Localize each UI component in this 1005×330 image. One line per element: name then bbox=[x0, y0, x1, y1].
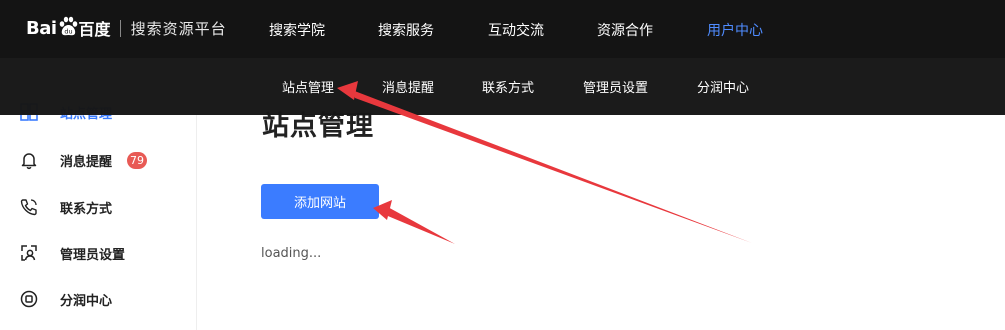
platform-subtitle: 搜索资源平台 bbox=[130, 19, 227, 38]
nav-user-center[interactable]: 用户中心 bbox=[707, 20, 763, 40]
sidebar-item-admin-settings[interactable]: 管理员设置 bbox=[0, 230, 196, 276]
baidu-logo[interactable]: Bai du 百度 搜索资源平台 bbox=[26, 13, 227, 43]
sidebar-item-label: 管理员设置 bbox=[60, 247, 126, 263]
subnav-contact[interactable]: 联系方式 bbox=[482, 77, 534, 96]
loading-text: loading... bbox=[261, 246, 322, 261]
logo-du-text: 百度 bbox=[78, 20, 111, 39]
subnav-site-management[interactable]: 站点管理 bbox=[282, 77, 334, 96]
nav-search-services[interactable]: 搜索服务 bbox=[378, 20, 434, 40]
nav-search-academy[interactable]: 搜索学院 bbox=[269, 20, 325, 40]
sidebar-item-revenue-share[interactable]: 分润中心 bbox=[0, 276, 196, 322]
bell-icon bbox=[19, 150, 39, 170]
logo-text: Bai bbox=[26, 17, 57, 39]
user-center-dropdown: 站点管理 消息提醒 联系方式 管理员设置 分润中心 bbox=[0, 58, 1005, 115]
unread-count-badge: 79 bbox=[127, 151, 147, 169]
subnav-revenue-share[interactable]: 分润中心 bbox=[697, 77, 749, 96]
sidebar-item-label: 分润中心 bbox=[60, 293, 113, 309]
subnav-admin-settings[interactable]: 管理员设置 bbox=[583, 77, 648, 96]
sidebar-item-notifications[interactable]: 消息提醒 79 bbox=[0, 137, 196, 183]
admin-settings-icon bbox=[19, 243, 39, 263]
svg-text:du: du bbox=[64, 28, 72, 36]
paw-icon: du bbox=[58, 15, 78, 41]
revenue-share-icon bbox=[19, 289, 39, 309]
subnav-notifications[interactable]: 消息提醒 bbox=[382, 77, 434, 96]
sidebar-item-label: 联系方式 bbox=[60, 201, 113, 217]
add-site-button[interactable]: 添加网站 bbox=[261, 184, 379, 219]
phone-icon bbox=[19, 197, 39, 217]
sidebar-item-contact[interactable]: 联系方式 bbox=[0, 184, 196, 230]
arrow-to-add-site-button bbox=[373, 200, 455, 244]
nav-interaction[interactable]: 互动交流 bbox=[488, 20, 544, 40]
nav-resource-cooperation[interactable]: 资源合作 bbox=[597, 20, 653, 40]
logo-divider bbox=[119, 19, 121, 37]
top-navigation-bar: Bai du 百度 搜索资源平台 搜索学院 搜索服务 互动交流 资源合作 用户中… bbox=[0, 0, 1005, 58]
sidebar-item-label: 消息提醒 bbox=[60, 154, 113, 170]
